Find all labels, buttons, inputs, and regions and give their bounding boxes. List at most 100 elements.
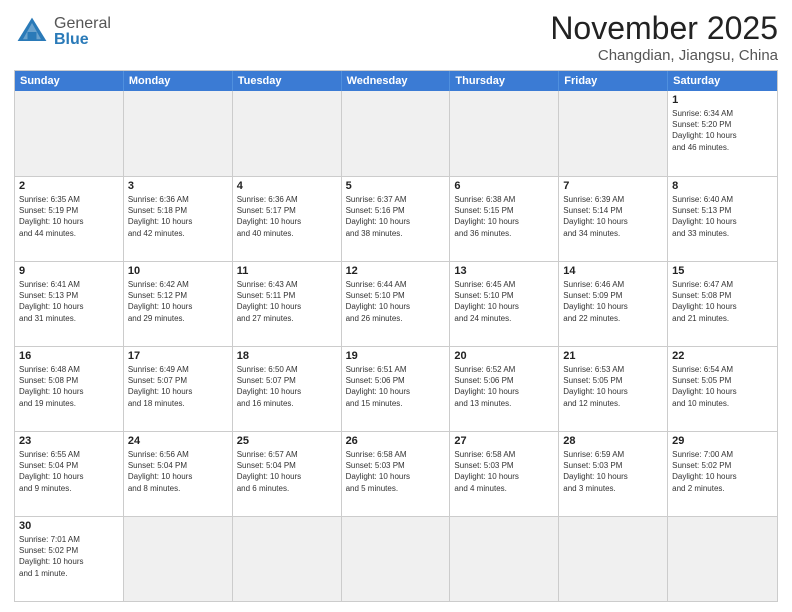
calendar-row-2: 2 Sunrise: 6:35 AM Sunset: 5:19 PM Daylig… <box>15 176 777 261</box>
calendar-body: 1 Sunrise: 6:34 AM Sunset: 5:20 PM Daylig… <box>15 91 777 601</box>
calendar-cell <box>450 91 559 176</box>
day-number: 30 <box>19 520 119 532</box>
calendar-header: SundayMondayTuesdayWednesdayThursdayFrid… <box>15 71 777 91</box>
calendar-cell: 15Sunrise: 6:47 AM Sunset: 5:08 PM Dayli… <box>668 262 777 346</box>
logo-text: General Blue <box>54 16 111 48</box>
calendar-cell: 19Sunrise: 6:51 AM Sunset: 5:06 PM Dayli… <box>342 347 451 431</box>
calendar-cell <box>559 91 668 176</box>
day-number: 14 <box>563 265 663 277</box>
calendar-cell: 13 Sunrise: 6:45 AM Sunset: 5:10 PM Dayli… <box>450 262 559 346</box>
day-number: 13 <box>454 265 554 277</box>
calendar-cell <box>124 517 233 601</box>
calendar-cell: 2 Sunrise: 6:35 AM Sunset: 5:19 PM Daylig… <box>15 177 124 261</box>
day-info: Sunrise: 6:51 AM Sunset: 5:06 PM Dayligh… <box>346 364 446 409</box>
day-info: Sunrise: 6:36 AM Sunset: 5:17 PM Dayligh… <box>237 194 337 239</box>
day-info: Sunrise: 6:59 AM Sunset: 5:03 PM Dayligh… <box>563 449 663 494</box>
day-number: 18 <box>237 350 337 362</box>
day-number: 28 <box>563 435 663 447</box>
calendar-cell: 29 Sunrise: 7:00 AM Sunset: 5:02 PM Dayli… <box>668 432 777 516</box>
calendar-cell <box>342 91 451 176</box>
day-number: 20 <box>454 350 554 362</box>
day-info: Sunrise: 6:38 AM Sunset: 5:15 PM Dayligh… <box>454 194 554 239</box>
day-info: Sunrise: 6:43 AM Sunset: 5:11 PM Dayligh… <box>237 279 337 324</box>
calendar-cell: 17 Sunrise: 6:49 AM Sunset: 5:07 PM Dayli… <box>124 347 233 431</box>
calendar-cell: 10 Sunrise: 6:42 AM Sunset: 5:12 PM Dayli… <box>124 262 233 346</box>
day-number: 21 <box>563 350 663 362</box>
day-info: Sunrise: 6:50 AM Sunset: 5:07 PM Dayligh… <box>237 364 337 409</box>
day-info: Sunrise: 6:48 AM Sunset: 5:08 PM Dayligh… <box>19 364 119 409</box>
day-number: 3 <box>128 180 228 192</box>
calendar-row-4: 16 Sunrise: 6:48 AM Sunset: 5:08 PM Dayli… <box>15 346 777 431</box>
day-info: Sunrise: 7:00 AM Sunset: 5:02 PM Dayligh… <box>672 449 773 494</box>
day-info: Sunrise: 6:42 AM Sunset: 5:12 PM Dayligh… <box>128 279 228 324</box>
calendar-row-6: 30 Sunrise: 7:01 AM Sunset: 5:02 PM Dayli… <box>15 516 777 601</box>
calendar-row-5: 23Sunrise: 6:55 AM Sunset: 5:04 PM Dayli… <box>15 431 777 516</box>
calendar-cell: 21Sunrise: 6:53 AM Sunset: 5:05 PM Dayli… <box>559 347 668 431</box>
day-number: 7 <box>563 180 663 192</box>
day-number: 15 <box>672 265 773 277</box>
day-info: Sunrise: 6:54 AM Sunset: 5:05 PM Dayligh… <box>672 364 773 409</box>
calendar-cell: 14Sunrise: 6:46 AM Sunset: 5:09 PM Dayli… <box>559 262 668 346</box>
calendar-cell: 18 Sunrise: 6:50 AM Sunset: 5:07 PM Dayli… <box>233 347 342 431</box>
calendar-cell: 12 Sunrise: 6:44 AM Sunset: 5:10 PM Dayli… <box>342 262 451 346</box>
calendar-cell <box>559 517 668 601</box>
day-number: 12 <box>346 265 446 277</box>
day-number: 2 <box>19 180 119 192</box>
day-number: 6 <box>454 180 554 192</box>
calendar-cell: 16 Sunrise: 6:48 AM Sunset: 5:08 PM Dayli… <box>15 347 124 431</box>
calendar-cell: 22 Sunrise: 6:54 AM Sunset: 5:05 PM Dayli… <box>668 347 777 431</box>
day-number: 4 <box>237 180 337 192</box>
calendar-cell: 5Sunrise: 6:37 AM Sunset: 5:16 PM Daylig… <box>342 177 451 261</box>
calendar-cell: 27 Sunrise: 6:58 AM Sunset: 5:03 PM Dayli… <box>450 432 559 516</box>
calendar-row-3: 9Sunrise: 6:41 AM Sunset: 5:13 PM Daylig… <box>15 261 777 346</box>
day-number: 5 <box>346 180 446 192</box>
day-number: 16 <box>19 350 119 362</box>
logo-general-text: General <box>54 16 111 32</box>
calendar-cell: 25Sunrise: 6:57 AM Sunset: 5:04 PM Dayli… <box>233 432 342 516</box>
day-number: 22 <box>672 350 773 362</box>
weekday-header-saturday: Saturday <box>668 71 777 91</box>
day-number: 17 <box>128 350 228 362</box>
day-info: Sunrise: 7:01 AM Sunset: 5:02 PM Dayligh… <box>19 534 119 579</box>
calendar-cell: 4 Sunrise: 6:36 AM Sunset: 5:17 PM Daylig… <box>233 177 342 261</box>
page: General Blue November 2025 Changdian, Ji… <box>0 0 792 612</box>
logo-blue-text: Blue <box>54 32 111 48</box>
day-number: 27 <box>454 435 554 447</box>
day-info: Sunrise: 6:58 AM Sunset: 5:03 PM Dayligh… <box>346 449 446 494</box>
day-number: 26 <box>346 435 446 447</box>
calendar-cell: 3Sunrise: 6:36 AM Sunset: 5:18 PM Daylig… <box>124 177 233 261</box>
calendar-cell: 7Sunrise: 6:39 AM Sunset: 5:14 PM Daylig… <box>559 177 668 261</box>
calendar-cell: 9Sunrise: 6:41 AM Sunset: 5:13 PM Daylig… <box>15 262 124 346</box>
day-info: Sunrise: 6:56 AM Sunset: 5:04 PM Dayligh… <box>128 449 228 494</box>
weekday-header-sunday: Sunday <box>15 71 124 91</box>
calendar-cell <box>15 91 124 176</box>
day-number: 10 <box>128 265 228 277</box>
calendar-cell: 8Sunrise: 6:40 AM Sunset: 5:13 PM Daylig… <box>668 177 777 261</box>
day-info: Sunrise: 6:57 AM Sunset: 5:04 PM Dayligh… <box>237 449 337 494</box>
day-number: 1 <box>672 94 773 106</box>
day-info: Sunrise: 6:40 AM Sunset: 5:13 PM Dayligh… <box>672 194 773 239</box>
weekday-header-monday: Monday <box>124 71 233 91</box>
day-info: Sunrise: 6:55 AM Sunset: 5:04 PM Dayligh… <box>19 449 119 494</box>
day-info: Sunrise: 6:34 AM Sunset: 5:20 PM Dayligh… <box>672 108 773 153</box>
day-info: Sunrise: 6:58 AM Sunset: 5:03 PM Dayligh… <box>454 449 554 494</box>
day-number: 29 <box>672 435 773 447</box>
calendar-cell: 24 Sunrise: 6:56 AM Sunset: 5:04 PM Dayli… <box>124 432 233 516</box>
day-info: Sunrise: 6:52 AM Sunset: 5:06 PM Dayligh… <box>454 364 554 409</box>
logo: General Blue <box>14 10 111 50</box>
day-number: 24 <box>128 435 228 447</box>
day-info: Sunrise: 6:44 AM Sunset: 5:10 PM Dayligh… <box>346 279 446 324</box>
day-info: Sunrise: 6:49 AM Sunset: 5:07 PM Dayligh… <box>128 364 228 409</box>
calendar-cell <box>233 91 342 176</box>
calendar-cell: 23Sunrise: 6:55 AM Sunset: 5:04 PM Dayli… <box>15 432 124 516</box>
calendar-cell <box>233 517 342 601</box>
day-info: Sunrise: 6:45 AM Sunset: 5:10 PM Dayligh… <box>454 279 554 324</box>
calendar-cell: 30 Sunrise: 7:01 AM Sunset: 5:02 PM Dayli… <box>15 517 124 601</box>
day-info: Sunrise: 6:35 AM Sunset: 5:19 PM Dayligh… <box>19 194 119 239</box>
day-number: 9 <box>19 265 119 277</box>
calendar-cell: 20 Sunrise: 6:52 AM Sunset: 5:06 PM Dayli… <box>450 347 559 431</box>
calendar-cell <box>342 517 451 601</box>
calendar: SundayMondayTuesdayWednesdayThursdayFrid… <box>14 70 778 602</box>
calendar-cell: 26 Sunrise: 6:58 AM Sunset: 5:03 PM Dayli… <box>342 432 451 516</box>
title-location: Changdian, Jiangsu, China <box>550 47 778 64</box>
